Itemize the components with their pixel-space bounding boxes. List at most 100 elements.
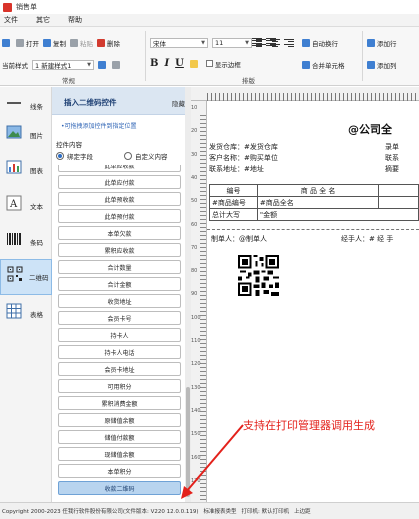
field-button[interactable]: 此单应付款	[58, 175, 181, 189]
field-button[interactable]: 累积消费金额	[58, 396, 181, 410]
bold-button[interactable]: B	[150, 58, 158, 69]
add-column-button[interactable]: 添加列	[367, 60, 397, 70]
italic-button[interactable]: I	[164, 58, 169, 69]
customer-label[interactable]: 客户名称：	[209, 154, 244, 162]
field-button[interactable]: 收货地址	[58, 294, 181, 308]
address-value[interactable]: #地址	[244, 165, 264, 173]
ruler-label: 40	[191, 174, 198, 181]
field-button[interactable]: 本单欠款	[58, 226, 181, 240]
handler-value[interactable]: # 经 手	[369, 235, 393, 243]
add-row-button[interactable]: 添加行	[367, 38, 397, 48]
nav-item-image[interactable]: 图片	[0, 118, 52, 154]
company-name[interactable]: @公司全	[348, 121, 392, 137]
field-button[interactable]: 此单预付款	[58, 209, 181, 223]
goods-table[interactable]: 编号 商 品 全 名 #商品编号 #商品全名 总计大写 "金额	[209, 184, 419, 221]
promo-caption: 支持在打印管理器调用生成	[243, 419, 375, 432]
field-button[interactable]: 收款二维码	[58, 481, 181, 495]
menu-file[interactable]: 文件	[0, 15, 27, 25]
style-save-icon[interactable]	[98, 61, 106, 69]
warehouse-value[interactable]: #发货仓库	[244, 143, 278, 151]
menu-help[interactable]: 帮助	[59, 15, 91, 25]
field-button[interactable]: 可用积分	[58, 379, 181, 393]
control-nav: 线条 图片 图表 A 文本 条码 二维码 表格	[0, 87, 52, 502]
field-button[interactable]: 储值付款额	[58, 430, 181, 444]
style-apply-icon[interactable]	[112, 61, 120, 69]
text-color-icon[interactable]	[189, 59, 198, 68]
hide-panel-button[interactable]: 隐藏	[172, 98, 185, 108]
vertical-ruler: 10 20 30 40 50 60 70 80 90 100 110 120 130 140 150 160 1…	[191, 101, 207, 502]
radio-custom-content[interactable]: 自定义内容	[124, 151, 168, 161]
design-canvas[interactable]: 10 20 30 40 50 60 70 80 90 100 110 120 130 140 150 160 1…	[191, 87, 419, 502]
nav-item-barcode[interactable]: 条码	[0, 225, 52, 261]
table-cell[interactable]: #商品全名	[256, 196, 380, 209]
table-cell[interactable]: #商品编号	[209, 196, 258, 209]
field-button[interactable]: 累积应收款	[58, 243, 181, 257]
chart-icon	[6, 160, 22, 174]
valign-middle-icon[interactable]	[266, 38, 276, 46]
delete-button[interactable]: 删除	[97, 38, 120, 48]
table-cell[interactable]: 总计大写	[209, 208, 258, 221]
open-button[interactable]: 打开	[16, 38, 39, 48]
align-right-icon[interactable]	[284, 39, 294, 47]
warehouse-label[interactable]: 发货仓库：	[209, 143, 244, 151]
field-button[interactable]: 现储值余额	[58, 447, 181, 461]
field-button[interactable]: 会员卡号	[58, 311, 181, 325]
ruler-label: 140	[191, 407, 201, 414]
show-border-checkbox[interactable]: 显示边框	[205, 59, 241, 69]
paste-button[interactable]: 粘贴	[70, 38, 93, 48]
field-button[interactable]: 会员卡地址	[58, 362, 181, 376]
maker-value[interactable]: @制单人	[239, 235, 267, 243]
underline-button[interactable]: U	[175, 58, 184, 69]
table-header-cell[interactable]: 商 品 全 名	[256, 184, 380, 197]
image-icon	[6, 125, 22, 139]
ruler-label: 30	[191, 151, 198, 158]
valign-top-icon[interactable]	[252, 38, 262, 46]
menu-other[interactable]: 其它	[27, 15, 59, 25]
address-label[interactable]: 联系地址：	[209, 165, 244, 173]
merge-cells-button[interactable]: 合并单元格	[302, 60, 345, 70]
field-button[interactable]: 持卡人电话	[58, 345, 181, 359]
handler-label[interactable]: 经手人：	[341, 235, 369, 243]
copy-button[interactable]: 复制	[43, 38, 66, 48]
summary-label[interactable]: 摘要	[385, 165, 399, 173]
nav-item-table[interactable]: 表格	[0, 297, 52, 333]
nav-item-text[interactable]: A 文本	[0, 189, 52, 225]
content-label: 控件内容	[56, 141, 82, 149]
table-header-row: 编号 商 品 全 名	[209, 184, 419, 197]
qrcode-control[interactable]	[238, 255, 279, 296]
nav-item-chart[interactable]: 图表	[0, 153, 52, 189]
customer-value[interactable]: #购买单位	[244, 154, 278, 162]
title-bar: 销售单	[0, 0, 419, 14]
nav-item-qrcode[interactable]: 二维码	[0, 259, 52, 295]
record-label[interactable]: 录单	[385, 143, 399, 151]
field-button[interactable]: 合计金额	[58, 277, 181, 291]
font-select[interactable]: 宋体 ▼	[150, 38, 208, 48]
status-bar: Copyright 2000-2023 任我行软件股份有限公司(文件版本: V2…	[0, 502, 419, 519]
radio-bound-field[interactable]: 绑定字段	[56, 151, 93, 161]
maker-label[interactable]: 制单人：	[211, 235, 239, 243]
field-button[interactable]: 本单积分	[58, 464, 181, 478]
table-cell[interactable]	[378, 184, 419, 197]
field-button[interactable]: 原储值余额	[58, 413, 181, 427]
drag-hint: •可拖拽添加控件到指定位置	[61, 123, 137, 130]
field-button[interactable]: 此单预收款	[58, 192, 181, 206]
contact-label[interactable]: 联系	[385, 154, 399, 162]
table-cell[interactable]: "金额	[256, 208, 419, 221]
ruler-label: 20	[191, 128, 198, 135]
field-button[interactable]: 此单应收款	[58, 165, 181, 172]
insert-qrcode-panel: 插入二维码控件 隐藏 •可拖拽添加控件到指定位置 控件内容 绑定字段 自定义内容…	[52, 87, 191, 502]
field-button[interactable]: 持卡人	[58, 328, 181, 342]
svg-text:A: A	[9, 199, 18, 210]
save-icon	[2, 39, 10, 47]
scrollbar-thumb[interactable]	[186, 387, 190, 497]
field-button[interactable]: 合计数量	[58, 260, 181, 274]
auto-wrap-button[interactable]: 自动换行	[302, 38, 338, 48]
table-header-cell[interactable]: 编号	[209, 184, 258, 197]
report-document[interactable]: @公司全 发货仓库：#发货仓库 录单 客户名称：#购买单位 联系 联系地址：#地…	[207, 101, 419, 502]
current-style-select[interactable]: 1 新建样式1 ▼	[32, 60, 94, 70]
font-size-select[interactable]: 11 ▼	[212, 38, 252, 48]
table-cell[interactable]	[378, 196, 419, 209]
ruler-label: 70	[191, 244, 198, 251]
save-button[interactable]	[2, 39, 12, 47]
chevron-down-icon: ▼	[245, 40, 249, 46]
